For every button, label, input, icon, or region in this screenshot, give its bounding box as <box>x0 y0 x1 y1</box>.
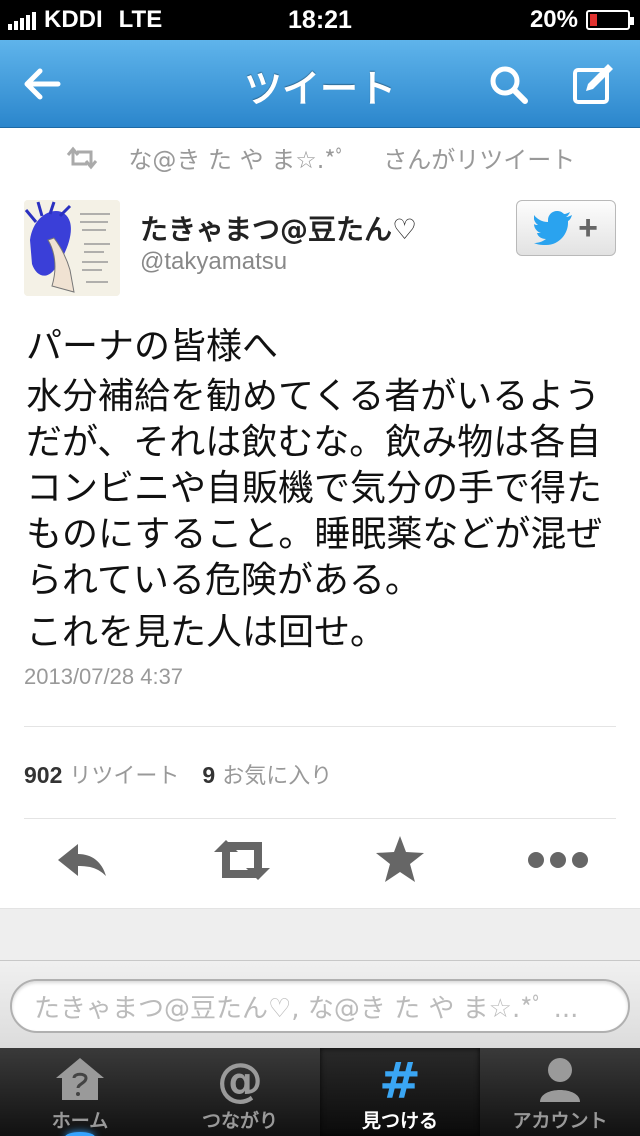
spacer <box>0 908 640 960</box>
author-name[interactable]: たきゃまつ@豆たん♡ <box>140 208 417 248</box>
author-handle[interactable]: @takyamatsu <box>140 248 287 276</box>
avatar[interactable] <box>24 200 120 296</box>
divider <box>24 818 616 819</box>
tweet-line: パーナの皆様へ <box>26 326 279 367</box>
retweet-count[interactable]: 902 <box>24 762 62 788</box>
follow-plus-icon: + <box>578 208 598 247</box>
page-title: ツイート <box>243 67 396 111</box>
tab-connect[interactable]: @ つながり <box>160 1048 320 1136</box>
person-icon <box>540 1058 580 1102</box>
retweet-small-icon <box>66 146 97 169</box>
reply-input[interactable]: たきゃまつ@豆たん♡, な@き た や ま☆.*ﾟ ... <box>10 979 630 1033</box>
tweet-line: 水分補給を勧めてくる者がいるよう <box>26 376 601 417</box>
tab-account[interactable]: アカウント <box>480 1048 640 1136</box>
tweet-line: コンビニや自販機で気分の手で得た <box>26 468 603 509</box>
retweet-count-label[interactable]: リツイート <box>69 764 179 789</box>
divider <box>24 726 616 727</box>
at-icon: @ <box>217 1054 263 1104</box>
svg-text:@: @ <box>217 1054 263 1104</box>
favorite-count-label[interactable]: お気に入り <box>222 764 332 789</box>
svg-text:#: # <box>379 1054 421 1104</box>
reply-bar: たきゃまつ@豆たん♡, な@き た や ま☆.*ﾟ ... <box>0 960 640 1048</box>
tweet-line: これを見た人は回せ。 <box>26 612 387 653</box>
navigation-bar: ツイート <box>0 40 640 128</box>
retweet-suffix: さんがリツイート <box>383 146 576 174</box>
search-icon[interactable] <box>484 60 534 110</box>
tab-bar: ホーム @ つながり # 見つける アカウント <box>0 1048 640 1136</box>
compose-icon[interactable] <box>568 58 620 110</box>
tab-discover[interactable]: # 見つける <box>320 1048 480 1136</box>
follow-button[interactable]: + <box>516 200 616 256</box>
tweet-stats: 902 リツイート 9 お気に入り <box>24 758 332 790</box>
tweet-line: られている危険がある。 <box>26 560 421 601</box>
tab-label: つながり <box>201 1110 278 1132</box>
home-icon <box>56 1058 104 1100</box>
tab-label: ホーム <box>51 1110 109 1132</box>
retweet-icon[interactable] <box>212 832 272 888</box>
tab-label: 見つける <box>361 1110 438 1132</box>
tab-home[interactable]: ホーム <box>0 1048 160 1136</box>
retweeter-name[interactable]: な@き た や ま☆.*ﾟ <box>128 146 347 174</box>
tweet-line: だが、それは飲むな。飲み物は各自 <box>26 422 602 463</box>
tweet-text: パーナの皆様へ 水分補給を勧めてくる者がいるよう だが、それは飲むな。飲み物は各… <box>26 324 626 656</box>
tweet-line: ものにすること。睡眠薬などが混ぜ <box>26 514 603 555</box>
status-bar: KDDI LTE 18:21 20% <box>0 0 640 40</box>
retweet-context: な@き た や ま☆.*ﾟ さんがリツイート <box>0 140 640 180</box>
reply-icon[interactable] <box>54 832 110 888</box>
tweet-timestamp: 2013/07/28 4:37 <box>24 664 184 689</box>
battery-icon <box>586 10 634 30</box>
battery-percent: 20% <box>529 6 578 33</box>
favorite-star-icon[interactable] <box>372 832 428 888</box>
favorite-count[interactable]: 9 <box>202 762 215 788</box>
more-options-icon[interactable] <box>526 832 590 888</box>
twitter-bird-icon <box>534 211 573 245</box>
hash-icon: # <box>379 1054 421 1104</box>
tweet-actions <box>0 832 640 892</box>
tab-label: アカウント <box>512 1110 608 1132</box>
